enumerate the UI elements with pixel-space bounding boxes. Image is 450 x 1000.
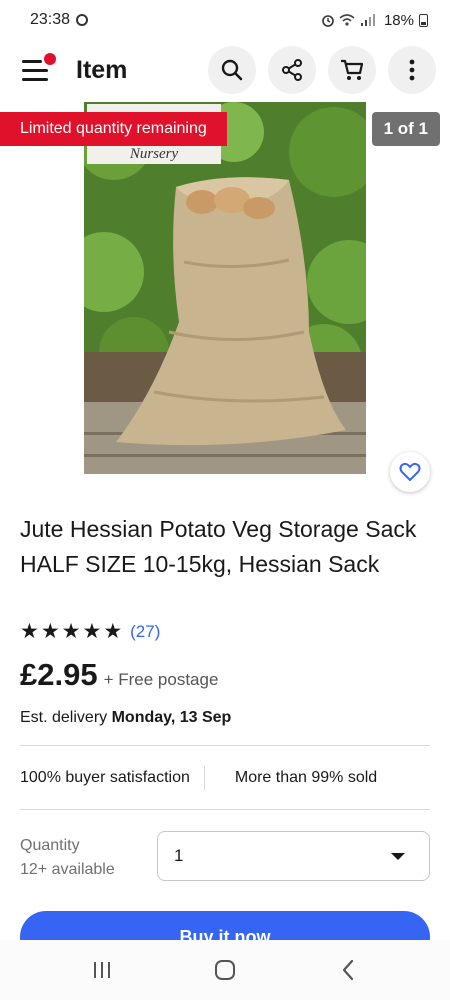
quantity-available: 12+ available bbox=[20, 861, 115, 878]
buyer-satisfaction: 100% buyer satisfaction bbox=[20, 769, 190, 786]
menu-button[interactable] bbox=[22, 53, 56, 82]
status-bar: 23:38 18% bbox=[0, 0, 450, 40]
image-counter-badge: 1 of 1 bbox=[371, 112, 440, 146]
caret-down-icon bbox=[391, 852, 405, 860]
stat-separator bbox=[203, 766, 205, 790]
rating-count-link[interactable]: (27) bbox=[130, 622, 160, 642]
more-options-button[interactable] bbox=[388, 46, 436, 94]
cart-button[interactable] bbox=[328, 46, 376, 94]
page-title: Item bbox=[76, 55, 128, 84]
notification-dot-icon bbox=[44, 53, 56, 65]
item-price: £2.95 bbox=[20, 657, 98, 692]
potato-sack-image: Nursery bbox=[84, 102, 366, 474]
search-button[interactable] bbox=[208, 46, 256, 94]
star-icon: ★ bbox=[82, 620, 102, 643]
star-icon: ★ bbox=[20, 620, 39, 643]
limited-quantity-badge: Limited quantity remaining bbox=[0, 112, 227, 146]
system-nav-bar bbox=[0, 940, 450, 1000]
facebook-notification-icon bbox=[76, 14, 89, 26]
search-icon bbox=[221, 59, 243, 81]
star-icon: ★ bbox=[103, 620, 123, 643]
status-time: 23:38 bbox=[30, 11, 71, 28]
recent-apps-button[interactable] bbox=[82, 950, 122, 990]
item-title: Jute Hessian Potato Veg Storage Sack HAL… bbox=[20, 516, 417, 577]
delivery-label: Est. delivery bbox=[20, 709, 108, 726]
quantity-select[interactable]: 1 bbox=[157, 831, 430, 881]
quantity-label: Quantity bbox=[20, 837, 80, 854]
app-bar: Item bbox=[0, 40, 450, 100]
home-button[interactable] bbox=[205, 950, 245, 990]
back-button[interactable] bbox=[328, 950, 368, 990]
quantity-label-group: Quantity 12+ available bbox=[20, 834, 115, 882]
battery-percent: 18% bbox=[383, 11, 414, 29]
sold-percentage: More than 99% sold bbox=[234, 769, 378, 786]
cart-icon bbox=[341, 59, 364, 80]
buy-it-now-button[interactable]: Buy it now bbox=[20, 911, 430, 940]
alarm-icon bbox=[322, 15, 334, 27]
watchlist-button[interactable] bbox=[390, 452, 430, 492]
delivery-date: Monday, 13 Sep bbox=[111, 709, 232, 726]
rating-row[interactable]: ★ ★ ★ ★ ★ (27) bbox=[20, 620, 160, 644]
seller-stats: 100% buyer satisfaction More than 99% so… bbox=[20, 746, 430, 810]
heart-icon bbox=[399, 462, 421, 482]
svg-text:Nursery: Nursery bbox=[129, 146, 179, 162]
divider bbox=[20, 809, 430, 810]
wifi-icon bbox=[339, 14, 355, 26]
recent-apps-icon bbox=[93, 962, 110, 978]
cell-signal-icon bbox=[360, 14, 375, 26]
share-icon bbox=[282, 59, 302, 81]
status-right: 18% bbox=[321, 12, 428, 29]
menu-icon-line bbox=[22, 78, 48, 81]
estimated-delivery: Est. delivery Monday, 13 Sep bbox=[20, 709, 231, 727]
product-image[interactable]: Nursery bbox=[84, 102, 366, 474]
home-icon bbox=[214, 960, 235, 980]
buy-button-container: Buy it now bbox=[0, 905, 450, 940]
star-icon: ★ bbox=[61, 620, 81, 643]
battery-icon bbox=[419, 13, 428, 27]
share-button[interactable] bbox=[268, 46, 316, 94]
image-gallery[interactable]: Nursery Limited quantity remaining 1 of … bbox=[0, 100, 450, 500]
status-left: 23:38 bbox=[30, 11, 89, 29]
menu-icon-line bbox=[22, 69, 48, 72]
quantity-value: 1 bbox=[174, 846, 184, 865]
more-icon bbox=[409, 59, 415, 81]
signal-icons bbox=[321, 13, 379, 27]
menu-icon bbox=[22, 60, 42, 63]
postage-info: + Free postage bbox=[103, 670, 219, 689]
price-row: £2.95 + Free postage bbox=[20, 657, 218, 693]
star-icon: ★ bbox=[40, 620, 60, 643]
back-icon bbox=[343, 959, 354, 981]
